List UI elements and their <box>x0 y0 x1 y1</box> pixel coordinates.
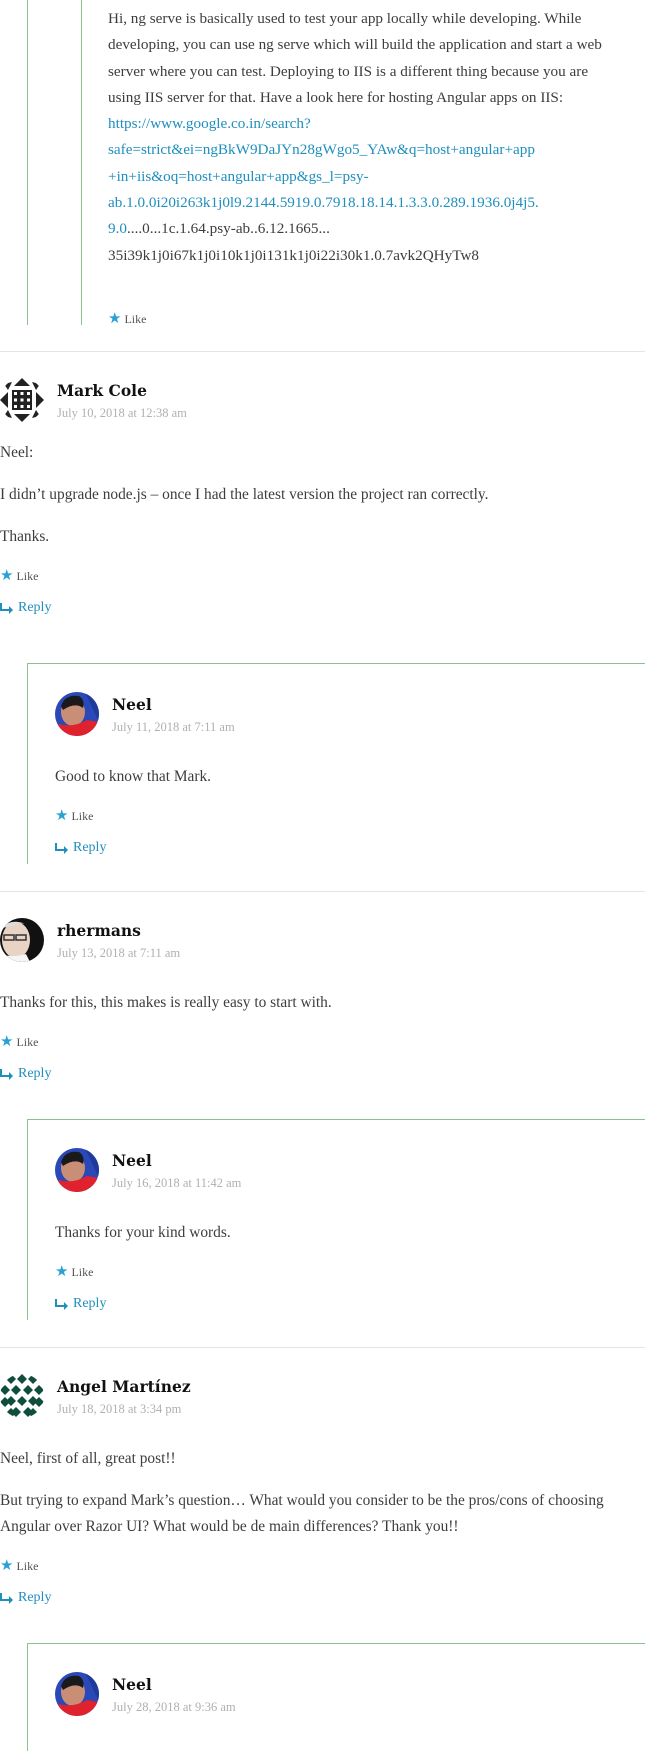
like-button[interactable]: ★ Like <box>0 1556 645 1576</box>
comment-paragraph: Neel, first of all, great post!! <box>0 1450 176 1467</box>
like-label: Like <box>124 311 147 326</box>
comment-date[interactable]: July 13, 2018 at 7:11 am <box>57 946 180 961</box>
avatar-neel[interactable] <box>55 1148 99 1192</box>
star-icon: ★ <box>55 807 69 824</box>
comment-date[interactable]: July 28, 2018 at 9:36 am <box>112 1700 236 1715</box>
comment-author[interactable]: rhermans <box>57 921 141 940</box>
comment: Neel July 16, 2018 at 11:42 am Thanks fo… <box>55 1148 615 1314</box>
comment-body: Thanks for your kind words. <box>55 1220 615 1246</box>
comment-body: Thanks for this, this makes is really ea… <box>0 990 645 1016</box>
reply-button[interactable]: Reply <box>0 598 645 618</box>
comment: Neel July 11, 2018 at 7:11 am Good to kn… <box>55 692 615 858</box>
comment-body: Neel: I didn’t upgrade node.js – once I … <box>0 440 645 550</box>
thread-line-level-1 <box>27 0 28 325</box>
comment-paragraph: I didn’t upgrade node.js – once I had th… <box>0 486 489 503</box>
comment-paragraph: But trying to expand Mark’s question… Wh… <box>0 1492 604 1535</box>
comment: Angel Martínez July 18, 2018 at 3:34 pm … <box>0 1374 645 1608</box>
comment-paragraph: Thanks. <box>0 528 50 545</box>
nested-reply: Neel July 28, 2018 at 9:36 am <box>27 1643 645 1751</box>
reply-label: Reply <box>73 840 107 855</box>
reply-label: Reply <box>73 1296 107 1311</box>
star-icon: ★ <box>55 1263 69 1280</box>
comment-header: Neel July 28, 2018 at 9:36 am <box>55 1672 615 1720</box>
comment: Mark Cole July 10, 2018 at 12:38 am Neel… <box>0 378 645 618</box>
reply-arrow-icon <box>55 1298 68 1310</box>
avatar-neel[interactable] <box>55 692 99 736</box>
comment-author[interactable]: Mark Cole <box>57 381 147 400</box>
comment-separator <box>0 891 645 892</box>
like-button[interactable]: ★ Like <box>108 309 146 329</box>
star-icon: ★ <box>108 310 122 327</box>
nested-reply-continuation: Hi, ng serve is basically used to test y… <box>0 0 645 326</box>
comment-date[interactable]: July 16, 2018 at 11:42 am <box>112 1176 241 1191</box>
nested-reply: Neel July 11, 2018 at 7:11 am Good to kn… <box>27 663 645 864</box>
comment-body: Neel, first of all, great post!! But try… <box>0 1446 645 1540</box>
comment: rhermans July 13, 2018 at 7:11 am Thanks… <box>0 918 645 1084</box>
reply-button[interactable]: Reply <box>55 1294 615 1314</box>
comment-header: rhermans July 13, 2018 at 7:11 am <box>0 918 645 966</box>
like-label: Like <box>71 1264 94 1279</box>
star-icon: ★ <box>0 1557 14 1574</box>
reply-label: Reply <box>18 1590 52 1605</box>
comment-author[interactable]: Neel <box>112 695 152 714</box>
comment-paragraph: Thanks for your kind words. <box>55 1224 231 1241</box>
link-line: +in+iis&oq=host+angular+app&gs_l=psy- <box>108 167 369 185</box>
star-icon: ★ <box>0 567 14 584</box>
like-label: Like <box>71 808 94 823</box>
comment-separator <box>0 1347 645 1348</box>
comment-date[interactable]: July 11, 2018 at 7:11 am <box>112 720 235 735</box>
comment-paragraph: Thanks for this, this makes is really ea… <box>0 994 332 1011</box>
reply-button[interactable]: Reply <box>0 1064 645 1084</box>
like-button[interactable]: ★ Like <box>55 1262 615 1282</box>
comment-header: Angel Martínez July 18, 2018 at 3:34 pm <box>0 1374 645 1422</box>
reply-body: Hi, ng serve is basically used to test y… <box>108 6 608 269</box>
link-line: 9.0 <box>108 220 127 238</box>
comment-paragraph: Neel: <box>0 444 34 461</box>
comment: Neel July 28, 2018 at 9:36 am <box>55 1672 615 1720</box>
like-label: Like <box>16 1558 39 1573</box>
like-button[interactable]: ★ Like <box>55 806 615 826</box>
star-icon: ★ <box>0 1033 14 1050</box>
comment-author[interactable]: Neel <box>112 1151 152 1170</box>
reply-arrow-icon <box>55 842 68 854</box>
avatar-mark-cole[interactable] <box>0 378 44 422</box>
url-trailing-text: 35i39k1j0i67k1j0i10k1j0i131k1j0i22i30k1.… <box>108 246 480 264</box>
reply-arrow-icon <box>0 602 13 614</box>
reply-arrow-icon <box>0 1068 13 1080</box>
avatar-neel[interactable] <box>55 1672 99 1716</box>
comment-header: Neel July 16, 2018 at 11:42 am <box>55 1148 615 1196</box>
comment-body: Good to know that Mark. <box>55 764 615 790</box>
reply-label: Reply <box>18 1066 52 1081</box>
like-label: Like <box>16 568 39 583</box>
comment-date[interactable]: July 18, 2018 at 3:34 pm <box>57 1402 181 1417</box>
nested-reply: Neel July 16, 2018 at 11:42 am Thanks fo… <box>27 1119 645 1320</box>
comment-author[interactable]: Angel Martínez <box>57 1377 191 1396</box>
link-line: ab.1.0.0i20i263k1j0l9.2144.5919.0.7918.1… <box>108 194 539 212</box>
like-button[interactable]: ★ Like <box>0 566 645 586</box>
avatar-rhermans[interactable] <box>0 918 44 962</box>
link-line: safe=strict&ei=ngBkW9DaJYn28gWgo5_YAw&q=… <box>108 141 535 159</box>
reply-label: Reply <box>18 600 52 615</box>
reply-arrow-icon <box>0 1592 13 1604</box>
link-line: https://www.google.co.in/search? <box>108 115 311 133</box>
reply-button[interactable]: Reply <box>0 1588 645 1608</box>
comment-author[interactable]: Neel <box>112 1675 152 1694</box>
like-label: Like <box>16 1034 39 1049</box>
comment-header: Neel July 11, 2018 at 7:11 am <box>55 692 615 740</box>
comment-header: Mark Cole July 10, 2018 at 12:38 am <box>0 378 645 426</box>
comment-separator <box>0 351 645 352</box>
comment-date[interactable]: July 10, 2018 at 12:38 am <box>57 406 187 421</box>
comment-paragraph: Good to know that Mark. <box>55 768 212 785</box>
reply-button[interactable]: Reply <box>55 838 615 858</box>
url-trailing-text: ....0...1c.1.64.psy-ab..6.12.1665... <box>126 220 330 238</box>
thread-line-level-2 <box>81 0 82 325</box>
avatar-angel-martinez[interactable] <box>0 1374 44 1418</box>
comments-section: Hi, ng serve is basically used to test y… <box>0 0 645 1751</box>
like-button[interactable]: ★ Like <box>0 1032 645 1052</box>
reply-paragraph: Hi, ng serve is basically used to test y… <box>108 10 602 106</box>
